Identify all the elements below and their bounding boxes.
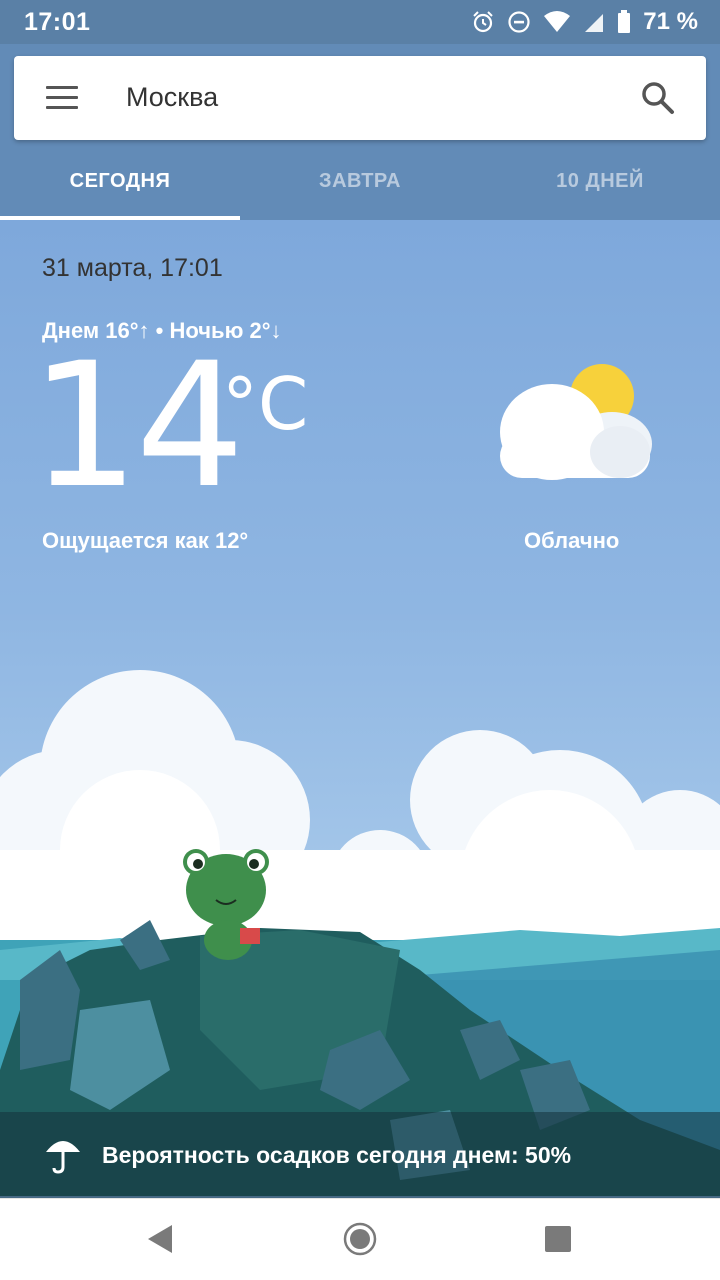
search-icon[interactable] — [640, 80, 676, 116]
current-temperature: 14 — [30, 325, 245, 526]
navigation-bar — [0, 1198, 720, 1280]
wifi-icon — [544, 11, 571, 32]
signal-icon — [585, 14, 604, 32]
weather-panel: 31 марта, 17:01 Днем 16°↑ • Ночью 2°↓ 14… — [0, 220, 720, 1196]
precipitation-bar[interactable]: Вероятность осадков сегодня днем: 50% — [0, 1112, 720, 1198]
alarm-icon — [473, 11, 494, 33]
tab-tomorrow[interactable]: ЗАВТРА — [240, 152, 480, 220]
do-not-disturb-icon — [508, 11, 530, 33]
status-bar: 17:01 71 % — [0, 0, 720, 44]
temperature-unit: °C — [222, 362, 309, 446]
tab-10-days[interactable]: 10 ДНЕЙ — [480, 152, 720, 220]
battery-icon — [618, 10, 631, 33]
back-icon[interactable] — [146, 1223, 176, 1255]
partly-cloudy-icon — [500, 364, 652, 480]
weather-condition: Облачно — [524, 528, 620, 553]
search-bar[interactable]: Москва — [14, 56, 706, 140]
status-icons: 71 % — [471, 8, 698, 36]
menu-icon[interactable] — [46, 86, 78, 110]
date-time: 31 марта, 17:01 — [42, 254, 223, 282]
battery-percent: 71 % — [643, 8, 698, 35]
status-time: 17:01 — [24, 8, 91, 36]
tab-bar: СЕГОДНЯ ЗАВТРА 10 ДНЕЙ — [0, 152, 720, 220]
app-header: Москва СЕГОДНЯ ЗАВТРА 10 ДНЕЙ — [0, 44, 720, 220]
tab-today[interactable]: СЕГОДНЯ — [0, 152, 240, 220]
home-icon[interactable] — [343, 1222, 377, 1256]
recent-apps-icon[interactable] — [544, 1225, 572, 1253]
feels-like: Ощущается как 12° — [42, 528, 249, 553]
city-name[interactable]: Москва — [126, 82, 218, 113]
umbrella-icon — [46, 1141, 80, 1174]
precipitation-text: Вероятность осадков сегодня днем: 50% — [102, 1142, 572, 1168]
